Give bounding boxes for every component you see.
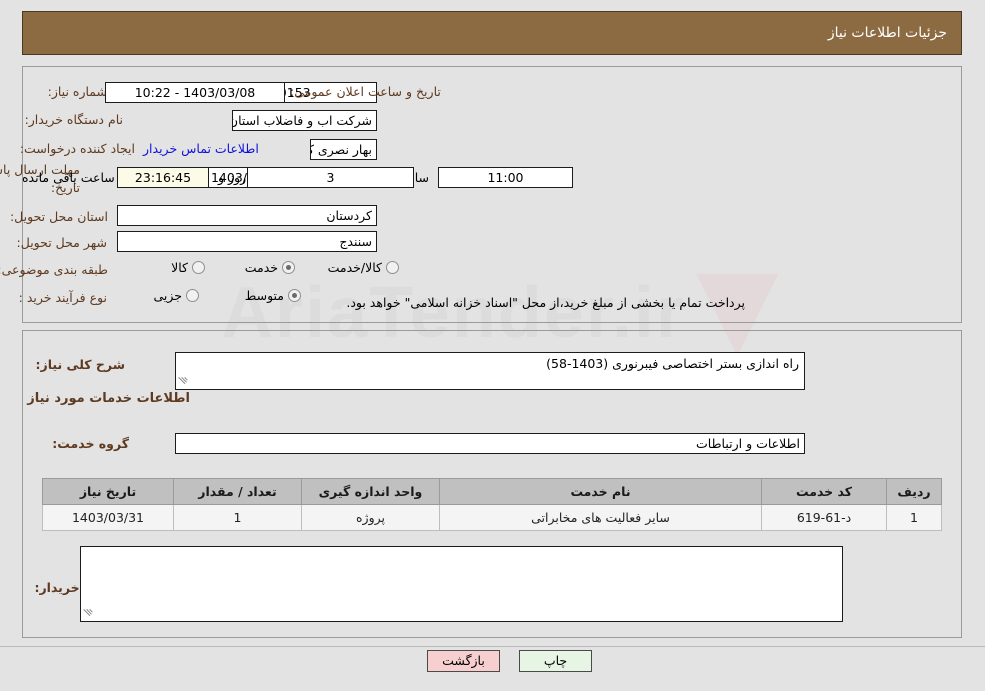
page-header: جزئیات اطلاعات نیاز: [22, 11, 962, 55]
deadline-remaining-label: ساعت باقی مانده: [22, 170, 115, 185]
radio-kala-khedmat-label: کالا/خدمت: [327, 260, 382, 275]
purchase-type-label: نوع فرآیند خرید :: [18, 290, 107, 305]
delivery-province-label: استان محل تحویل:: [9, 209, 108, 224]
radio-jozi-icon[interactable]: [186, 289, 199, 302]
th-service-code: کد خدمت: [761, 478, 887, 505]
need-number-label: شماره نیاز:: [47, 84, 107, 99]
services-table: ردیف کد خدمت نام خدمت واحد اندازه گیری ت…: [42, 478, 942, 531]
table-row: 1 د-61-619 سایر فعالیت های مخابراتی پروژ…: [42, 504, 942, 531]
th-service-name: نام خدمت: [439, 478, 762, 505]
buyer-contact-link[interactable]: اطلاعات تماس خریدار: [143, 141, 259, 156]
cell-quantity: 1: [173, 504, 302, 531]
radio-khedmat-label: خدمت: [244, 260, 278, 275]
services-heading: اطلاعات خدمات مورد نیاز: [27, 391, 190, 406]
cell-radif: 1: [886, 504, 942, 531]
public-announce-label: تاریخ و ساعت اعلان عمومی:: [290, 84, 441, 99]
subject-class-label: طبقه بندی موضوعی:: [0, 262, 108, 277]
need-description-label: شرح کلی نیاز:: [35, 357, 125, 372]
th-need-date: تاریخ نیاز: [42, 478, 174, 505]
back-button[interactable]: بازگشت: [427, 650, 500, 672]
requester-value: بهار نصری کارشناس امور قراردادها شرکت اب…: [310, 139, 377, 160]
buyer-notes-value: [81, 547, 842, 549]
delivery-province-value: کردستان: [117, 205, 377, 226]
deadline-days-value: 3: [247, 167, 414, 188]
buyer-notes-resize-grip-icon[interactable]: [83, 608, 95, 620]
cell-service-code: د-61-619: [761, 504, 887, 531]
th-unit: واحد اندازه گیری: [301, 478, 440, 505]
deadline-countdown-value: 23:16:45: [117, 167, 209, 188]
requester-label: ایجاد کننده درخواست:: [19, 141, 135, 156]
radio-khedmat-icon[interactable]: [282, 261, 295, 274]
subject-class-option-khedmat[interactable]: خدمت: [245, 260, 295, 275]
print-button[interactable]: چاپ: [519, 650, 592, 672]
purchase-type-note: پرداخت تمام یا بخشی از مبلغ خرید،از محل …: [346, 295, 745, 310]
purchase-type-option-motevaset[interactable]: متوسط: [245, 288, 301, 303]
deadline-days-label: روز و: [218, 170, 247, 185]
need-summary-panel: [22, 66, 962, 323]
delivery-city-label: شهر محل تحویل:: [16, 235, 107, 250]
th-radif: ردیف: [886, 478, 942, 505]
table-header-row: ردیف کد خدمت نام خدمت واحد اندازه گیری ت…: [42, 478, 942, 505]
service-group-label: گروه خدمت:: [52, 436, 129, 451]
delivery-city-value: سنندج: [117, 231, 377, 252]
radio-kala-khedmat-icon[interactable]: [386, 261, 399, 274]
subject-class-option-kala-khedmat[interactable]: کالا/خدمت: [328, 260, 399, 275]
service-group-value: اطلاعات و ارتباطات: [175, 433, 805, 454]
resize-grip-icon[interactable]: [178, 376, 190, 388]
buyer-notes-textarea[interactable]: [80, 546, 843, 622]
cell-unit: پروژه: [301, 504, 440, 531]
buyer-org-label: نام دستگاه خریدار:: [24, 112, 123, 127]
footer-divider: [0, 646, 985, 647]
need-description-value: راه اندازی بستر اختصاصی فیبرنوری (1403-5…: [546, 356, 799, 371]
purchase-type-option-jozi[interactable]: جزیی: [153, 288, 199, 303]
radio-kala-icon[interactable]: [192, 261, 205, 274]
page-title: جزئیات اطلاعات نیاز: [827, 25, 947, 41]
cell-need-date: 1403/03/31: [42, 504, 174, 531]
deadline-time-value: 11:00: [438, 167, 573, 188]
buyer-org-value: شرکت اب و فاضلاب استان کردستان: [232, 110, 377, 131]
radio-kala-label: کالا: [171, 260, 188, 275]
public-announce-value: 1403/03/08 - 10:22: [105, 82, 285, 103]
radio-motevaset-label: متوسط: [244, 288, 284, 303]
subject-class-option-kala[interactable]: کالا: [171, 260, 205, 275]
th-quantity: تعداد / مقدار: [173, 478, 302, 505]
radio-motevaset-icon[interactable]: [288, 289, 301, 302]
radio-jozi-label: جزیی: [153, 288, 182, 303]
cell-service-name: سایر فعالیت های مخابراتی: [439, 504, 762, 531]
need-description-textarea[interactable]: راه اندازی بستر اختصاصی فیبرنوری (1403-5…: [175, 352, 805, 390]
